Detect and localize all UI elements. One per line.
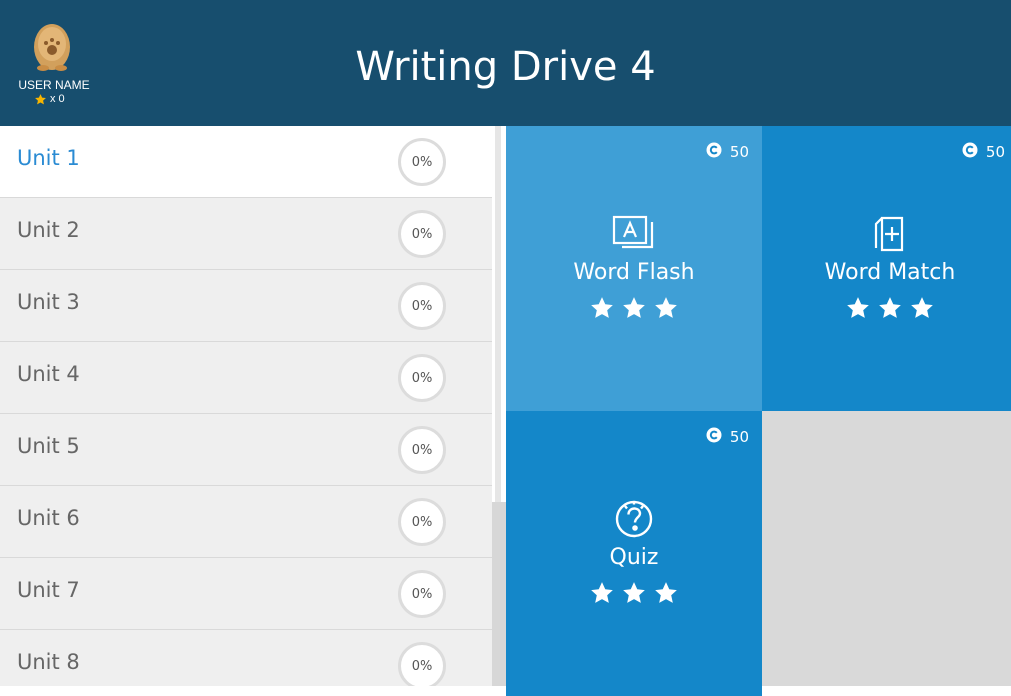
progress-ring: 0% — [398, 282, 446, 330]
progress-value: 0% — [411, 514, 433, 530]
activity-label: Quiz — [609, 545, 659, 570]
star-rating-icon — [909, 295, 935, 325]
scrollbar-thumb[interactable] — [495, 126, 501, 502]
progress-value: 0% — [411, 442, 433, 458]
progress-value: 0% — [411, 226, 433, 242]
activity-label: Word Flash — [573, 260, 695, 285]
progress-ring: 0% — [398, 354, 446, 402]
coin-value: 50 — [729, 428, 749, 446]
coin-reward: 50 — [962, 142, 1005, 162]
coin-value: 50 — [985, 143, 1005, 161]
star-rating-icon — [653, 295, 679, 325]
flashcard-icon — [610, 214, 658, 254]
progress-value: 0% — [411, 658, 433, 674]
progress-ring: 0% — [398, 642, 446, 686]
app-header: USER NAME x 0 Writing Drive 4 — [0, 0, 1011, 126]
coin-icon — [962, 142, 978, 162]
star-rating-icon — [621, 295, 647, 325]
unit-row[interactable]: Unit 6 0% — [0, 486, 492, 558]
coin-icon — [706, 427, 722, 447]
question-icon — [610, 499, 658, 539]
unit-row[interactable]: Unit 3 0% — [0, 270, 492, 342]
unit-label: Unit 3 — [17, 290, 80, 314]
unit-row[interactable]: Unit 1 0% — [0, 126, 492, 198]
activity-label: Word Match — [824, 260, 956, 285]
progress-value: 0% — [411, 370, 433, 386]
card-add-icon — [866, 214, 914, 254]
star-count-text: x 0 — [50, 93, 65, 105]
coin-reward: 50 — [706, 427, 749, 447]
unit-label: Unit 8 — [17, 650, 80, 674]
activity-grid: 50 Word Flash 50 Word Match 50 Quiz — [506, 126, 1011, 696]
star-rating — [506, 295, 762, 325]
unit-row[interactable]: Unit 5 0% — [0, 414, 492, 486]
star-rating-icon — [653, 580, 679, 610]
page-title: Writing Drive 4 — [355, 44, 656, 90]
unit-label: Unit 2 — [17, 218, 80, 242]
star-icon — [35, 93, 46, 104]
scrollbar-track-lower — [492, 502, 506, 686]
coin-reward: 50 — [706, 142, 749, 162]
star-rating-icon — [845, 295, 871, 325]
user-star-count: x 0 — [34, 92, 65, 106]
unit-list: Unit 1 0% Unit 2 0% Unit 3 0% Unit 4 0% Unit 5 0%… — [0, 126, 492, 686]
unit-label: Unit 4 — [17, 362, 80, 386]
progress-value: 0% — [411, 154, 433, 170]
unit-label: Unit 5 — [17, 434, 80, 458]
unit-list-scrollbar[interactable] — [492, 126, 506, 686]
unit-label: Unit 7 — [17, 578, 80, 602]
unit-label: Unit 1 — [17, 146, 80, 170]
star-rating-icon — [621, 580, 647, 610]
activity-tile-word-flash[interactable]: 50 Word Flash — [506, 126, 762, 411]
activity-tile-word-match[interactable]: 50 Word Match — [762, 126, 1011, 411]
star-rating-icon — [589, 580, 615, 610]
coin-value: 50 — [729, 143, 749, 161]
unit-label: Unit 6 — [17, 506, 80, 530]
unit-row[interactable]: Unit 2 0% — [0, 198, 492, 270]
progress-value: 0% — [411, 298, 433, 314]
unit-row[interactable]: Unit 4 0% — [0, 342, 492, 414]
progress-ring: 0% — [398, 138, 446, 186]
progress-value: 0% — [411, 586, 433, 602]
unit-row[interactable]: Unit 7 0% — [0, 558, 492, 630]
star-rating-icon — [589, 295, 615, 325]
progress-ring: 0% — [398, 210, 446, 258]
star-rating — [506, 580, 762, 610]
unit-row[interactable]: Unit 8 0% — [0, 630, 492, 686]
progress-ring: 0% — [398, 426, 446, 474]
star-rating — [762, 295, 1011, 325]
progress-ring: 0% — [398, 498, 446, 546]
progress-ring: 0% — [398, 570, 446, 618]
star-rating-icon — [877, 295, 903, 325]
coin-icon — [706, 142, 722, 162]
activity-tile-quiz[interactable]: 50 Quiz — [506, 411, 762, 696]
